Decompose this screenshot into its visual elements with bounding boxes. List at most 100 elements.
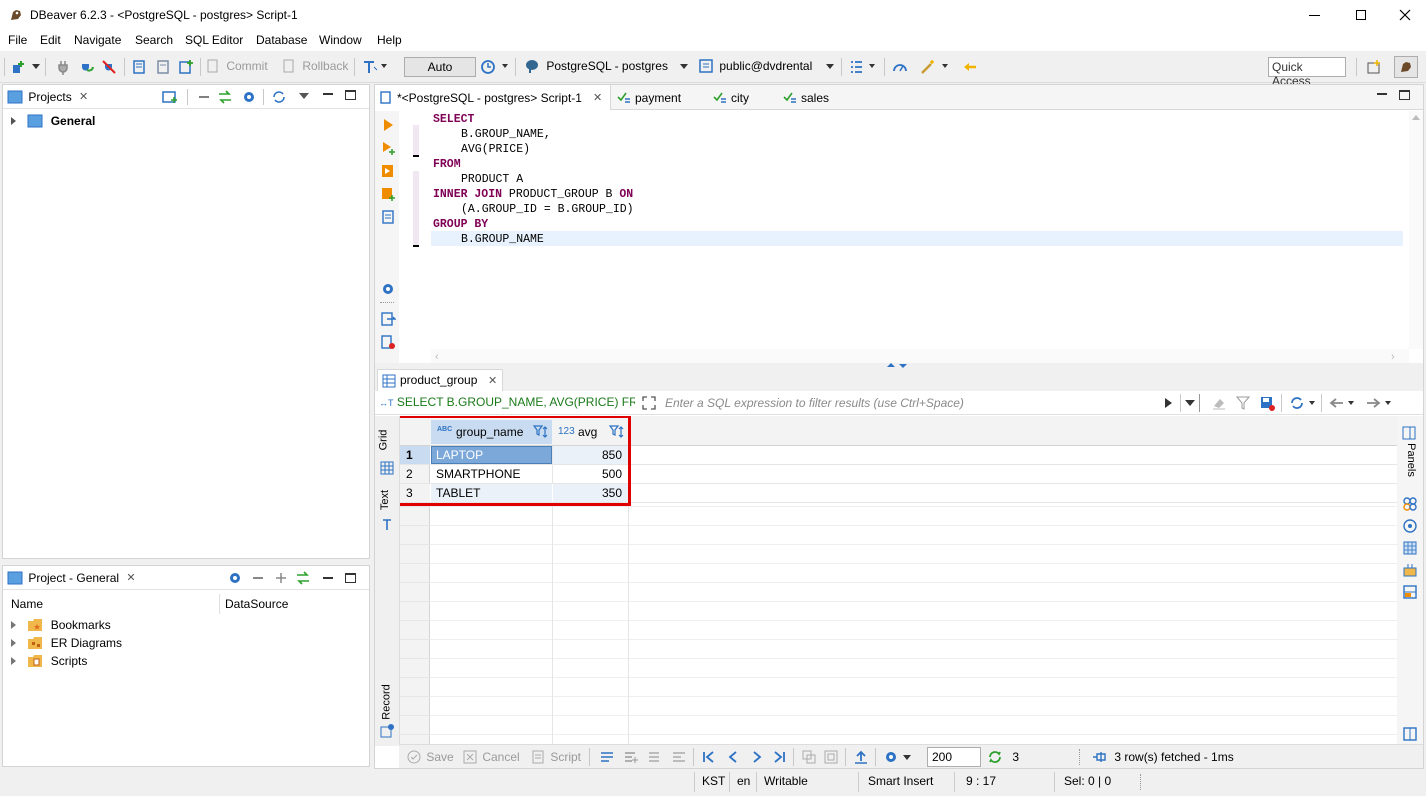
export-data-icon[interactable] xyxy=(853,749,869,765)
expand-filter-icon[interactable] xyxy=(641,395,657,411)
open-recent-script-icon[interactable] xyxy=(155,59,171,75)
results-tab-product-group[interactable]: product_group ✕ xyxy=(377,369,503,391)
cloud-speed-icon[interactable] xyxy=(892,59,908,75)
delete-row-icon[interactable] xyxy=(671,749,687,765)
export-icon[interactable] xyxy=(380,311,397,327)
execute-script-new-tab-icon[interactable] xyxy=(380,186,396,202)
open-perspective-icon[interactable] xyxy=(1366,59,1382,75)
tree-item-bookmarks[interactable]: Bookmarks xyxy=(11,617,111,633)
column-header-datasource[interactable]: DataSource xyxy=(225,597,288,611)
close-button[interactable] xyxy=(1384,0,1426,30)
text-view-tab[interactable]: Text xyxy=(377,484,397,534)
tree-item-er-diagrams[interactable]: ER Diagrams xyxy=(11,635,122,651)
tab-payment[interactable]: payment xyxy=(615,85,707,110)
filter-input[interactable]: Enter a SQL expression to filter results… xyxy=(661,393,1161,413)
record-view-tab[interactable]: Record xyxy=(377,678,397,740)
dbeaver-perspective-icon[interactable] xyxy=(1394,56,1418,78)
menu-window[interactable]: Window xyxy=(319,33,362,47)
expand-arrow-icon[interactable] xyxy=(11,620,16,629)
tab-script-1[interactable]: *<PostgreSQL - postgres> Script-1 ✕ xyxy=(375,85,611,110)
execute-statement-icon[interactable] xyxy=(380,117,396,133)
minimize-project-general-icon[interactable] xyxy=(323,577,333,579)
expand-arrow-icon[interactable] xyxy=(11,116,16,125)
menu-navigate[interactable]: Navigate xyxy=(74,33,121,47)
editor-horizontal-scrollbar[interactable]: ‹ › xyxy=(431,349,1409,363)
minimize-editor-icon[interactable] xyxy=(1377,93,1387,95)
close-project-general-tab-icon[interactable]: ✕ xyxy=(126,572,135,584)
fetch-size-input[interactable]: 200 xyxy=(927,747,981,767)
disconnect-icon[interactable] xyxy=(101,59,117,75)
new-connection-icon[interactable] xyxy=(10,59,26,75)
calc-icon[interactable] xyxy=(1402,562,1418,578)
transaction-mode-icon[interactable] xyxy=(362,59,378,75)
prev-page-icon[interactable] xyxy=(725,749,741,765)
close-results-tab-icon[interactable]: ✕ xyxy=(488,374,497,387)
configure-icon[interactable] xyxy=(241,89,257,105)
maximize-button[interactable] xyxy=(1338,0,1384,30)
collapse-icon[interactable] xyxy=(253,577,263,579)
value-viewer-icon[interactable] xyxy=(1402,496,1418,512)
history-icon[interactable] xyxy=(480,59,496,75)
clear-filter-icon[interactable] xyxy=(1211,395,1227,411)
execute-new-tab-icon[interactable] xyxy=(380,140,396,156)
refresh-results-icon[interactable] xyxy=(1289,395,1305,411)
aggregate-icon[interactable] xyxy=(1402,518,1418,534)
load-script-icon[interactable] xyxy=(380,334,396,350)
filter-history-icon[interactable] xyxy=(1185,400,1195,406)
navigate-forward-icon[interactable] xyxy=(1365,395,1381,411)
quick-access-input[interactable]: Quick Access xyxy=(1268,57,1346,88)
sql-editor-icon[interactable] xyxy=(131,59,147,75)
active-connection-selector[interactable]: PostgreSQL - postgres xyxy=(524,58,690,76)
first-page-icon[interactable] xyxy=(701,749,717,765)
fit-icon[interactable] xyxy=(823,749,839,765)
navigate-back-icon[interactable] xyxy=(1329,395,1345,411)
tab-sales[interactable]: sales xyxy=(781,85,851,110)
save-filter-icon[interactable] xyxy=(1259,395,1275,411)
add-folder-icon[interactable] xyxy=(162,89,178,105)
copy-row-icon[interactable] xyxy=(647,749,663,765)
layout-icon[interactable] xyxy=(1402,584,1418,600)
next-page-icon[interactable] xyxy=(749,749,765,765)
filter-settings-icon[interactable] xyxy=(1235,395,1251,411)
save-button[interactable]: Save xyxy=(407,749,454,764)
panels-toggle[interactable]: Panels xyxy=(1400,426,1420,480)
back-history-icon[interactable] xyxy=(962,59,978,75)
last-page-icon[interactable] xyxy=(771,749,787,765)
refresh-data-button[interactable]: 3 xyxy=(987,749,1019,765)
rollback-button[interactable]: Rollback xyxy=(282,58,348,76)
tab-city[interactable]: city xyxy=(711,85,777,110)
menu-file[interactable]: File xyxy=(8,33,27,47)
format-icon[interactable] xyxy=(848,59,864,75)
close-tab-icon[interactable]: ✕ xyxy=(593,91,602,104)
menu-edit[interactable]: Edit xyxy=(40,33,61,47)
link-editor-icon[interactable] xyxy=(217,89,233,105)
editor-vertical-scrollbar[interactable] xyxy=(1409,111,1423,349)
reconnect-icon[interactable] xyxy=(78,59,94,75)
connect-icon[interactable] xyxy=(55,59,71,75)
maximize-project-general-icon[interactable] xyxy=(345,573,356,583)
configure-project-icon[interactable] xyxy=(227,570,243,586)
project-general-tab[interactable]: Project - General ✕ xyxy=(7,570,136,586)
projects-tab[interactable]: Projects ✕ xyxy=(7,89,88,105)
menu-sql-editor[interactable]: SQL Editor xyxy=(185,33,243,47)
close-projects-tab-icon[interactable]: ✕ xyxy=(79,91,88,103)
metadata-icon[interactable] xyxy=(1402,540,1418,556)
expand-arrow-icon[interactable] xyxy=(11,656,16,665)
cancel-button[interactable]: Cancel xyxy=(463,749,520,764)
expand-icon[interactable] xyxy=(273,570,289,586)
auto-commit-button[interactable]: Auto xyxy=(404,57,476,77)
minimize-button[interactable] xyxy=(1292,0,1338,30)
add-row-icon[interactable] xyxy=(623,749,639,765)
link-with-editor-icon[interactable] xyxy=(295,570,311,586)
tree-item-scripts[interactable]: Scripts xyxy=(11,653,87,669)
apply-filter-icon[interactable] xyxy=(1165,398,1172,408)
maximize-editor-icon[interactable] xyxy=(1399,90,1410,100)
tree-item-general[interactable]: General xyxy=(11,113,95,129)
sql-code-editor[interactable]: SELECT B.GROUP_NAME, AVG(PRICE) FROM PRO… xyxy=(431,111,1409,349)
commit-button[interactable]: Commit xyxy=(206,58,268,76)
collapse-all-icon[interactable] xyxy=(196,89,212,105)
view-menu-icon[interactable] xyxy=(299,93,309,99)
editor-settings-icon[interactable] xyxy=(380,281,396,297)
maximize-projects-icon[interactable] xyxy=(345,90,356,100)
menu-database[interactable]: Database xyxy=(256,33,307,47)
